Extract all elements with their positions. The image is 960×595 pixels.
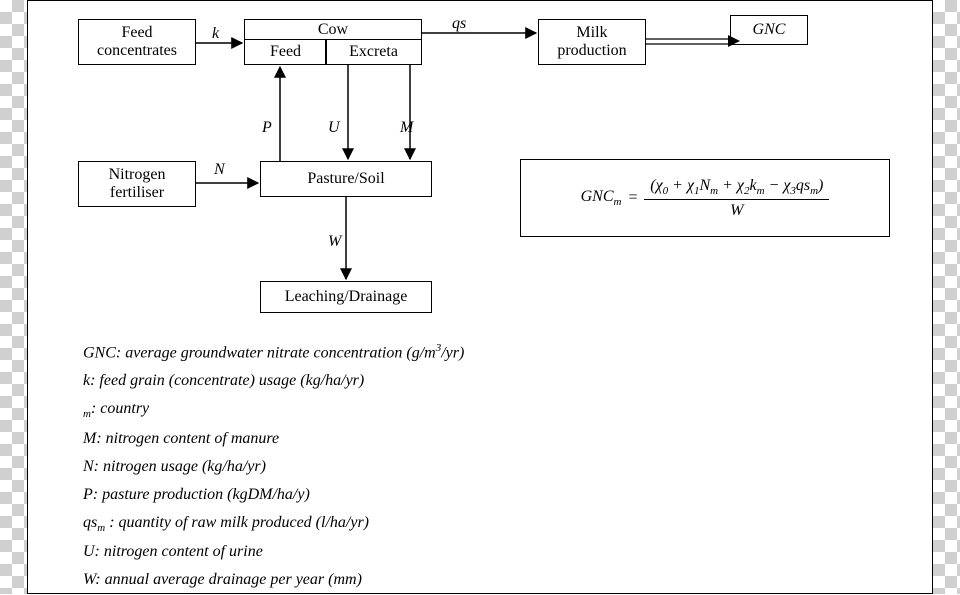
- box-gnc-label: GNC: [753, 21, 786, 39]
- chi1: χ: [687, 177, 694, 194]
- transparency-checker-right: [933, 0, 960, 594]
- equals-sign: =: [627, 189, 638, 207]
- box-leaching-drainage: Leaching/Drainage: [260, 281, 432, 313]
- legend-gnc-a: GNC: average groundwater nitrate concent…: [83, 344, 436, 361]
- chi0: χ: [656, 177, 663, 194]
- legend-qs-b: : quantity of raw milk produced (l/ha/yr…: [105, 514, 369, 531]
- var-N: N: [699, 177, 710, 194]
- box-milk-production: Milkproduction: [538, 19, 646, 65]
- edge-label-M: M: [400, 119, 413, 137]
- formula-lhs-sub: m: [614, 196, 622, 208]
- edge-label-P: P: [262, 119, 272, 137]
- edge-label-N: N: [214, 161, 225, 179]
- legend-line-gnc: GNC: average groundwater nitrate concent…: [83, 339, 464, 367]
- legend-gnc-b: /yr): [441, 344, 464, 361]
- box-cow-feed: Feed: [244, 39, 327, 65]
- box-milk-production-label: Milkproduction: [557, 24, 626, 61]
- box-feed-concentrates-label: Feedconcentrates: [97, 24, 177, 61]
- var-N-sub: m: [710, 185, 718, 197]
- var-k: k: [749, 177, 756, 194]
- formula-denominator: W: [730, 200, 743, 220]
- legend-line-m-country: m: country: [83, 395, 464, 424]
- formula-lhs-var: GNC: [581, 188, 614, 205]
- box-pasture-soil-label: Pasture/Soil: [307, 170, 384, 188]
- legend-line-k: k: feed grain (concentrate) usage (kg/ha…: [83, 367, 464, 395]
- edge-label-qs: qs: [452, 15, 466, 33]
- legend-line-qs: qsm : quantity of raw milk produced (l/h…: [83, 509, 464, 538]
- formula-numerator: (χ0 + χ1Nm + χ2km − χ3qsm): [644, 177, 829, 200]
- var-k-sub: m: [757, 185, 765, 197]
- transparency-checker-left: [0, 0, 27, 594]
- box-nitrogen-fertiliser-label: Nitrogenfertiliser: [109, 166, 166, 203]
- box-feed-concentrates: Feedconcentrates: [78, 19, 196, 65]
- legend-m-sub: m: [83, 409, 91, 421]
- legend-line-N: N: nitrogen usage (kg/ha/yr): [83, 453, 464, 481]
- edge-label-W: W: [328, 233, 341, 251]
- box-cow: Cow Feed Excreta: [244, 19, 422, 65]
- legend-m-text: : country: [91, 400, 149, 417]
- box-cow-excreta: Excreta: [325, 39, 422, 65]
- var-qs: qs: [796, 177, 810, 194]
- box-leaching-drainage-label: Leaching/Drainage: [285, 288, 408, 306]
- legend: GNC: average groundwater nitrate concent…: [83, 339, 464, 594]
- box-nitrogen-fertiliser: Nitrogenfertiliser: [78, 161, 196, 207]
- box-cow-label: Cow: [245, 20, 421, 40]
- legend-line-U: U: nitrogen content of urine: [83, 538, 464, 566]
- edge-label-U: U: [328, 119, 340, 137]
- box-gnc: GNC: [730, 15, 808, 45]
- formula: GNCm = (χ0 + χ1Nm + χ2km − χ3qsm) W: [581, 177, 830, 220]
- box-pasture-soil: Pasture/Soil: [260, 161, 432, 197]
- chi2: χ: [737, 177, 744, 194]
- formula-box: GNCm = (χ0 + χ1Nm + χ2km − χ3qsm) W: [520, 159, 890, 237]
- chi0-sub: 0: [663, 185, 669, 197]
- arrow-milk-to-gnc: [646, 35, 740, 47]
- legend-line-M: M: nitrogen content of manure: [83, 425, 464, 453]
- legend-line-P: P: pasture production (kgDM/ha/y): [83, 481, 464, 509]
- formula-fraction: (χ0 + χ1Nm + χ2km − χ3qsm) W: [644, 177, 829, 220]
- legend-qs-a: qs: [83, 514, 97, 531]
- diagram-stage: Feedconcentrates Cow Feed Excreta Milkpr…: [27, 0, 933, 594]
- var-qs-sub: m: [810, 185, 818, 197]
- legend-qs-sub: m: [97, 522, 105, 534]
- edge-label-k: k: [212, 25, 219, 43]
- legend-line-W: W: annual average drainage per year (mm): [83, 566, 464, 594]
